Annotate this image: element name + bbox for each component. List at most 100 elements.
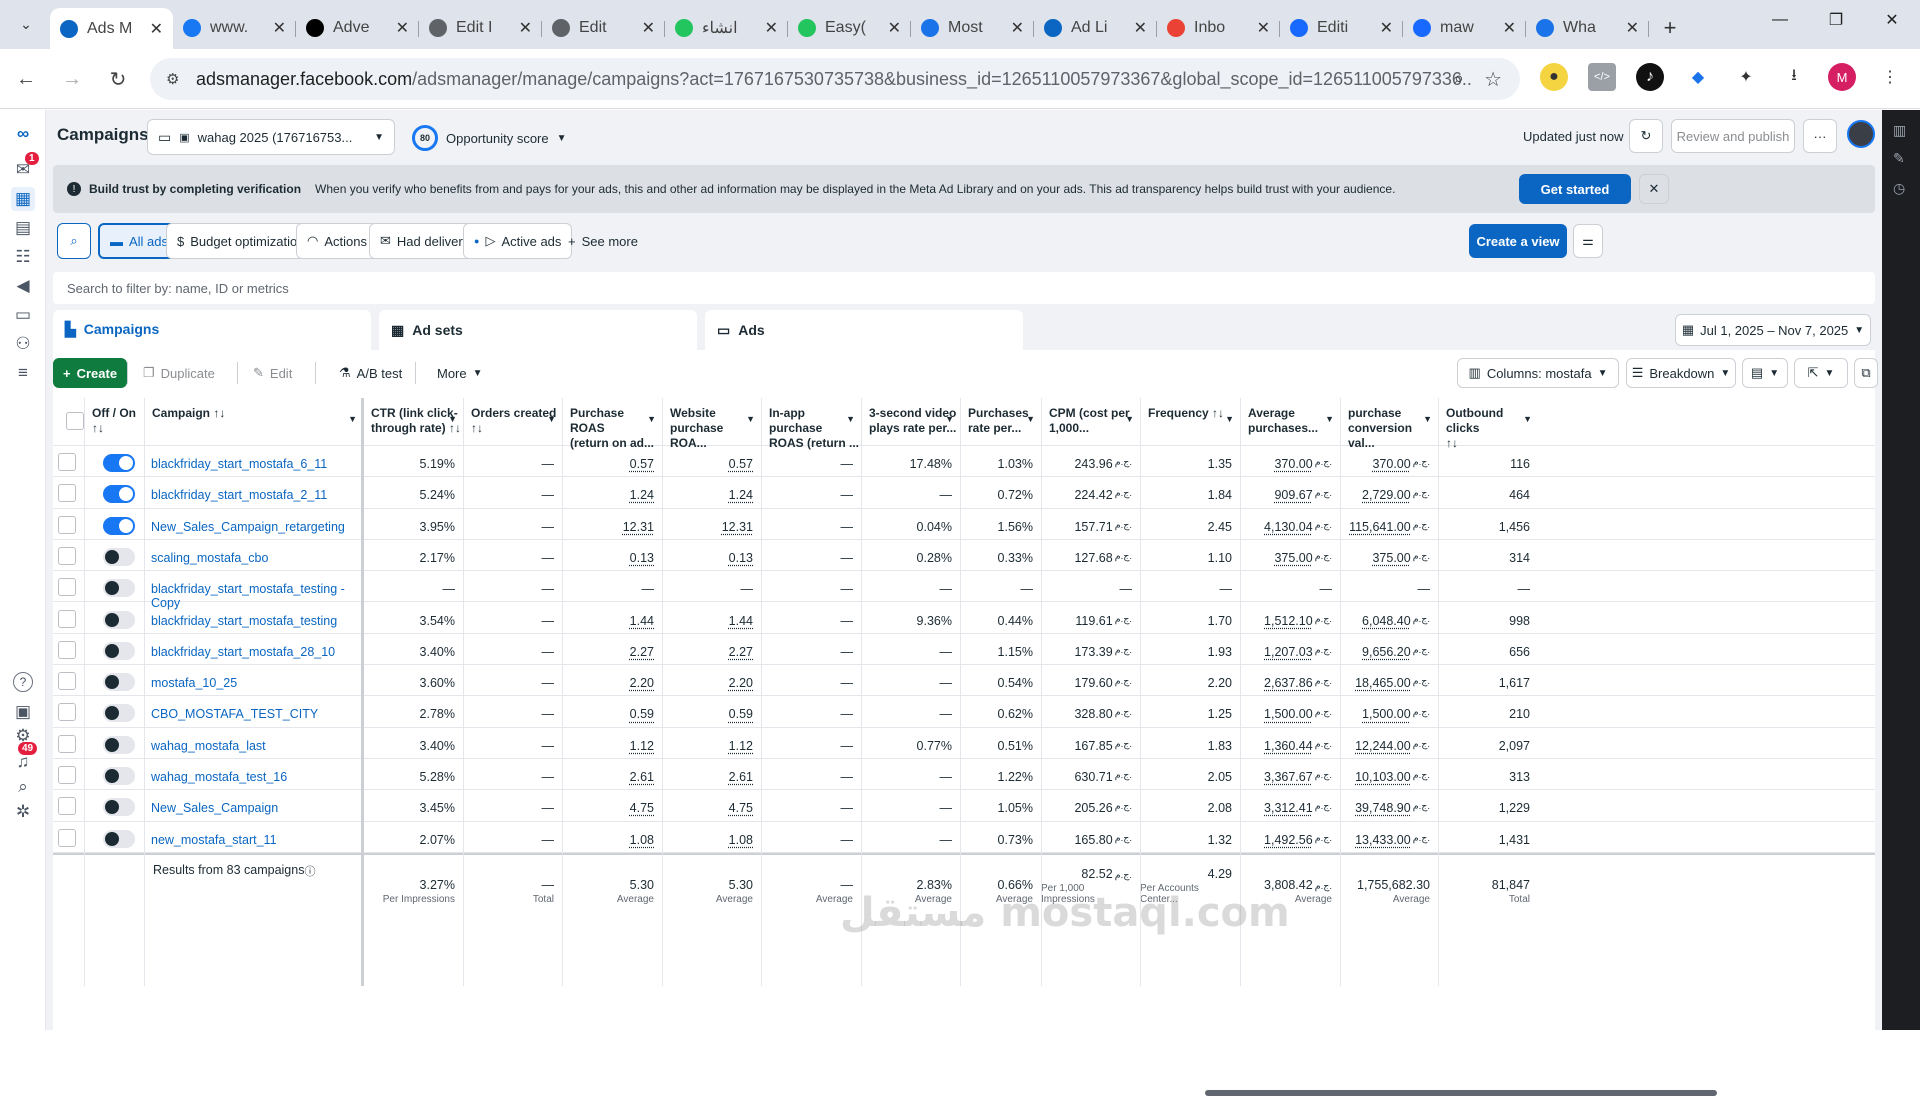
on-off-toggle[interactable]	[103, 641, 135, 660]
browser-tab[interactable]: Editi ✕	[1280, 11, 1403, 45]
billing-icon[interactable]: ▭	[11, 303, 35, 327]
extension-code-icon[interactable]: </>	[1588, 63, 1616, 91]
meta-logo-icon[interactable]: ∞	[11, 122, 35, 146]
tab-ads[interactable]: ▭ Ads	[705, 310, 1023, 350]
active-ads-chip[interactable]: ● ▷ Active ads	[463, 223, 573, 259]
column-header[interactable]: Orders created ↑↓ ▼	[463, 398, 562, 445]
reports-button[interactable]: ▤ ▼	[1742, 358, 1788, 388]
close-banner-button[interactable]: ✕	[1639, 174, 1669, 204]
see-more-chip[interactable]: + See more	[558, 223, 648, 259]
row-checkbox[interactable]	[58, 515, 76, 534]
row-checkbox[interactable]	[58, 453, 76, 471]
row-checkbox[interactable]	[58, 797, 76, 816]
on-off-toggle[interactable]	[103, 704, 135, 723]
table-row[interactable]: blackfriday_start_mostafa_6_11 5.19% — 0.57…	[53, 446, 1875, 478]
chevron-down-icon[interactable]: ▼	[1125, 412, 1134, 427]
chevron-down-icon[interactable]: ▼	[448, 412, 457, 427]
chevron-down-icon[interactable]: ▼	[547, 412, 556, 427]
row-checkbox[interactable]	[58, 484, 76, 503]
column-header[interactable]: Off / On ↑↓	[84, 398, 144, 445]
select-all-checkbox[interactable]	[66, 412, 84, 430]
browser-tab[interactable]: Adve ✕	[296, 11, 419, 45]
tab-ad-sets[interactable]: ▦ Ad sets	[379, 310, 697, 350]
actions-chip[interactable]: ◠ Actions	[296, 223, 378, 259]
browser-menu-icon[interactable]: ⋮	[1876, 63, 1904, 91]
breakdown-button[interactable]: ☰ Breakdown ▼	[1626, 358, 1736, 388]
people-icon[interactable]: ⚇	[11, 332, 35, 356]
browser-tab[interactable]: Most ✕	[911, 11, 1034, 45]
table-row[interactable]: scaling_mostafa_cbo 2.17% — 0.13 0.13 — 0.28% 0…	[53, 540, 1875, 572]
chevron-down-icon[interactable]: ▼	[746, 412, 755, 427]
campaign-name-link[interactable]: CBO_MOSTAFA_TEST_CITY	[144, 707, 318, 721]
column-header[interactable]: Outbound clicks ↑↓ ▼	[1438, 398, 1538, 450]
pencil-icon[interactable]: ✎	[1893, 150, 1905, 167]
campaigns-nav-icon[interactable]: ▦	[11, 187, 35, 211]
browser-tab[interactable]: www. ✕	[173, 11, 296, 45]
back-icon[interactable]: ←	[10, 63, 42, 95]
close-tab-icon[interactable]: ✕	[642, 18, 655, 38]
column-header[interactable]: Website purchase ROA... ▼	[662, 398, 761, 450]
campaign-name-link[interactable]: mostafa_10_25	[144, 676, 237, 690]
on-off-toggle[interactable]	[103, 579, 135, 598]
row-checkbox[interactable]	[58, 828, 76, 847]
browser-tab[interactable]: انشاء ✕	[665, 11, 788, 45]
horizontal-scrollbar[interactable]	[1205, 1090, 1717, 1096]
table-row[interactable]: blackfriday_start_mostafa_testing 3.54% — 1…	[53, 603, 1875, 634]
extension-tag-icon[interactable]: ◆	[1684, 63, 1712, 91]
table-row[interactable]: New_Sales_Campaign_retargeting 3.95% — 12.3…	[53, 509, 1875, 540]
table-row[interactable]: CBO_MOSTAFA_TEST_CITY 2.78% — 0.59 0.59 — — 0.6…	[53, 696, 1875, 728]
chevron-down-icon[interactable]: ▼	[846, 412, 855, 427]
on-off-toggle[interactable]	[103, 547, 135, 566]
row-checkbox[interactable]	[58, 546, 76, 565]
on-off-toggle[interactable]	[103, 673, 135, 692]
create-view-button[interactable]: Create a view	[1469, 224, 1567, 258]
campaign-name-link[interactable]: blackfriday_start_mostafa_6_11	[144, 457, 327, 471]
opportunity-score[interactable]: 80 Opportunity score ▼	[412, 122, 567, 154]
chevron-down-icon[interactable]: ▼	[348, 412, 357, 427]
report-icon[interactable]: ▣	[11, 700, 35, 724]
table-row[interactable]: New_Sales_Campaign 3.45% — 4.75 4.75 — — 1.05% 2…	[53, 790, 1875, 822]
row-checkbox[interactable]	[58, 578, 76, 597]
chevron-down-icon[interactable]: ▼	[1523, 412, 1532, 427]
close-tab-icon[interactable]: ✕	[1503, 18, 1516, 38]
filter-search-input[interactable]: Search to filter by: name, ID or metrics	[53, 272, 1875, 304]
more-button[interactable]: More ▼	[427, 358, 493, 388]
bookmark-star-icon[interactable]: ☆	[1484, 67, 1502, 92]
column-header[interactable]: Frequency ↑↓ ▼	[1140, 398, 1240, 445]
column-header[interactable]: 3-second video plays rate per... ▼	[861, 398, 960, 445]
close-tab-icon[interactable]: ✕	[1011, 18, 1024, 38]
table-row[interactable]: blackfriday_start_mostafa_testing - Copy…	[53, 571, 1875, 610]
row-checkbox[interactable]	[58, 703, 76, 722]
more-options-button[interactable]: ···	[1803, 119, 1837, 153]
search-nav-icon[interactable]: ⌕	[11, 775, 35, 799]
user-avatar[interactable]	[1847, 120, 1875, 148]
browser-tab[interactable]: Ads M ✕	[50, 8, 173, 49]
ab-test-button[interactable]: ⚗ A/B test	[329, 358, 412, 388]
charts-button[interactable]: ⧉	[1854, 358, 1878, 388]
budget-optimization-chip[interactable]: $ Budget optimization	[166, 223, 316, 259]
browser-tab[interactable]: Edit ✕	[542, 11, 665, 45]
chevron-down-icon[interactable]: ▼	[647, 412, 656, 427]
on-off-toggle[interactable]	[103, 516, 135, 535]
column-header[interactable]: In-app purchase ROAS (return ... ▼	[761, 398, 861, 450]
column-header[interactable]: Purchase ROAS (return on ad... ▼	[562, 398, 662, 450]
new-tab-icon[interactable]: +	[1655, 11, 1685, 45]
on-off-toggle[interactable]	[103, 735, 135, 754]
campaign-name-link[interactable]: scaling_mostafa_cbo	[144, 551, 268, 565]
export-button[interactable]: ⇱ ▼	[1794, 358, 1848, 388]
create-button[interactable]: + Create	[53, 358, 128, 388]
close-tab-icon[interactable]: ✕	[765, 18, 778, 38]
campaign-name-link[interactable]: new_mostafa_start_11	[144, 833, 277, 847]
chevron-down-icon[interactable]: ▼	[1225, 412, 1234, 427]
campaign-name-link[interactable]: New_Sales_Campaign	[144, 801, 278, 815]
browser-tab[interactable]: Inbo ✕	[1157, 11, 1280, 45]
pages-icon[interactable]: ▤	[11, 216, 35, 240]
extension-tiktok-icon[interactable]: ♪	[1636, 63, 1664, 91]
review-publish-button[interactable]: Review and publish	[1671, 119, 1795, 153]
column-header[interactable]: CTR (link click-through rate) ↑↓ ▼	[363, 398, 463, 445]
close-tab-icon[interactable]: ✕	[396, 18, 409, 38]
zoom-icon[interactable]: ⌕	[1454, 68, 1464, 89]
date-range-picker[interactable]: ▦ Jul 1, 2025 – Nov 7, 2025 ▼	[1675, 314, 1871, 346]
campaign-name-link[interactable]: blackfriday_start_mostafa_2_11	[144, 488, 327, 502]
menu-icon[interactable]: ≡	[11, 361, 35, 385]
